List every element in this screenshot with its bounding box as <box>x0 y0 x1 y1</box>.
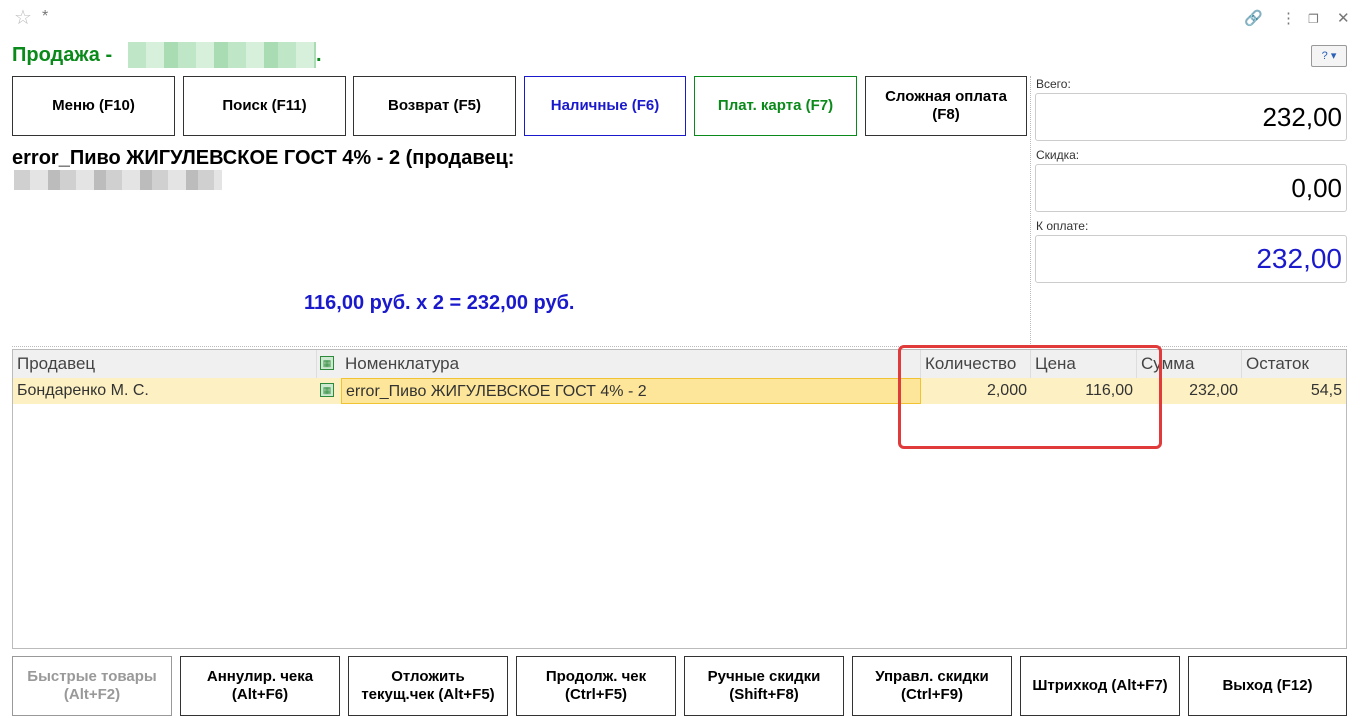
search-button[interactable]: Поиск (F11) <box>183 76 346 136</box>
redacted-title-part <box>128 42 316 68</box>
cell-seller: Бондаренко М. С. <box>17 382 149 399</box>
cash-payment-button[interactable]: Наличные (F6) <box>524 76 686 136</box>
link-icon[interactable]: 🔗 <box>1244 10 1263 28</box>
column-header-item[interactable]: Номенклатура <box>341 350 921 378</box>
item-type-icon: ▦ <box>320 356 334 370</box>
page-title-suffix: . <box>316 44 322 66</box>
total-field: 232,00 <box>1035 93 1347 141</box>
complex-payment-button[interactable]: Сложная оплата (F8) <box>865 76 1027 136</box>
column-header-seller[interactable]: Продавец <box>13 350 317 378</box>
manage-discounts-button[interactable]: Управл. скидки (Ctrl+F9) <box>852 656 1012 716</box>
column-header-remainder[interactable]: Остаток <box>1242 350 1346 378</box>
to-pay-label: К оплате: <box>1036 219 1089 233</box>
close-icon[interactable]: ✕ <box>1337 10 1350 28</box>
favorite-star-icon[interactable]: ☆ <box>14 8 32 28</box>
item-type-icon: ▦ <box>320 383 334 397</box>
page-title: Продажа - <box>12 44 112 67</box>
help-icon: ? <box>1321 50 1328 62</box>
cancel-receipt-button[interactable]: Аннулир. чека (Alt+F6) <box>180 656 340 716</box>
manual-discounts-button[interactable]: Ручные скидки (Shift+F8) <box>684 656 844 716</box>
continue-receipt-button[interactable]: Продолж. чек (Ctrl+F5) <box>516 656 676 716</box>
more-icon[interactable]: ⋮ <box>1281 10 1296 28</box>
exit-button[interactable]: Выход (F12) <box>1188 656 1347 716</box>
price-calculation: 116,00 руб. х 2 = 232,00 руб. <box>304 292 575 314</box>
quick-products-button[interactable]: Быстрые товары (Alt+F2) <box>12 656 172 716</box>
card-payment-button[interactable]: Плат. карта (F7) <box>694 76 857 136</box>
discount-field: 0,00 <box>1035 164 1347 212</box>
highlight-annotation <box>898 345 1162 449</box>
product-description: error_Пиво ЖИГУЛЕВСКОЕ ГОСТ 4% - 2 (прод… <box>12 147 515 169</box>
vertical-separator <box>1030 76 1031 344</box>
total-label: Всего: <box>1036 77 1071 91</box>
cell-remainder: 54,5 <box>1310 382 1342 399</box>
postpone-receipt-button[interactable]: Отложить текущ.чек (Alt+F5) <box>348 656 508 716</box>
cell-item[interactable]: error_Пиво ЖИГУЛЕВСКОЕ ГОСТ 4% - 2 <box>341 378 921 404</box>
modified-marker: * <box>42 8 49 25</box>
discount-label: Скидка: <box>1036 148 1080 162</box>
page-title-text: Продажа - <box>12 44 113 66</box>
menu-button[interactable]: Меню (F10) <box>12 76 175 136</box>
help-button[interactable]: ? ▾ <box>1311 45 1347 67</box>
return-button[interactable]: Возврат (F5) <box>353 76 516 136</box>
to-pay-field: 232,00 <box>1035 235 1347 283</box>
barcode-button[interactable]: Штрихкод (Alt+F7) <box>1020 656 1180 716</box>
restore-icon[interactable]: ❐ <box>1308 10 1319 28</box>
redacted-seller <box>14 170 222 190</box>
